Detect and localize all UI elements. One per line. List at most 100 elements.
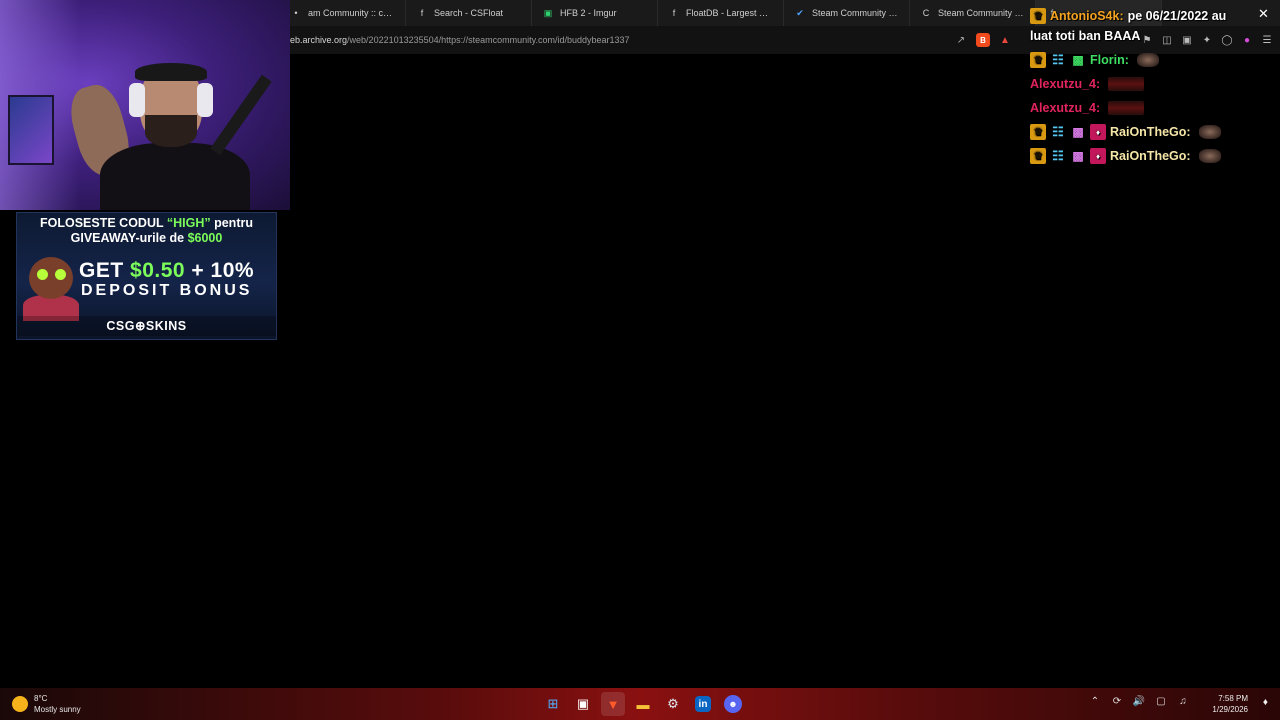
tab-label: Steam Community :: case (812, 8, 899, 18)
emote-icon (1198, 125, 1221, 139)
crown-badge-icon: ♛ (1030, 8, 1046, 24)
sponsor-ad: FOLOSESTE CODUL “HIGH” pentru GIVEAWAY-u… (16, 212, 277, 340)
crown-badge-icon: ♛ (1030, 124, 1046, 140)
tab-label: FloatDB - Largest Databas (686, 8, 773, 18)
streamer-beard (145, 115, 197, 147)
webcam-overlay (0, 0, 290, 210)
notification-bell-icon[interactable]: ♦ (1263, 697, 1268, 708)
chat-username: RaiOnTheGo: (1110, 149, 1191, 163)
steam-check-tab-icon: ✔ (796, 7, 804, 18)
chat-username: Alexutzu_4: (1030, 77, 1101, 91)
volume-icon[interactable]: 🔊 (1132, 696, 1146, 707)
robot-badge-icon: ☷ (1052, 124, 1064, 139)
ad-get-bonus: GET $0.50 + 10% (79, 259, 254, 283)
chat-message: ♛ ☷ ▩ ♦ RaiOnTheGo: (1030, 120, 1280, 144)
tab-label: Steam Community :: Booth (938, 8, 1025, 18)
chat-username: Florin: (1090, 53, 1129, 67)
browser-tab[interactable]: • am Community :: case (280, 0, 406, 26)
tab-label: HFB 2 - Imgur (560, 8, 617, 18)
url-field[interactable]: eb.archive.org/web/20221013235504/https:… (290, 35, 954, 45)
ad-amount: $6000 (187, 231, 223, 245)
clock[interactable]: 7:58 PM 1/29/2026 (1212, 693, 1248, 715)
chat-text: pe 06/21/2022 au (1127, 9, 1227, 23)
linkedin-icon[interactable]: in (695, 696, 711, 712)
file-explorer-icon[interactable]: ▬ (631, 692, 655, 716)
weather-text: 8°C Mostly sunny (34, 693, 81, 715)
url-path: /web/20221013235504/https://steamcommuni… (347, 35, 630, 45)
chat-username: Alexutzu_4: (1030, 101, 1101, 115)
browser-tab[interactable]: ✔ Steam Community :: case (784, 0, 910, 26)
clock-time: 7:58 PM (1218, 694, 1248, 703)
weather-widget[interactable]: 8°C Mostly sunny (12, 693, 81, 715)
ad-mascot (21, 251, 79, 321)
sun-icon (12, 696, 28, 712)
crown-badge-icon: ♛ (1030, 52, 1046, 68)
mascot-eye (37, 269, 48, 280)
chat-message-continued: luat toti ban BAAA (1030, 24, 1280, 48)
chat-username: AntonioS4k: (1050, 9, 1124, 23)
close-icon[interactable]: ✕ (1258, 6, 1269, 22)
steam-tab-icon: • (294, 8, 298, 18)
steam-icon[interactable]: ⚙ (661, 692, 685, 716)
gift-badge-icon: ▩ (1072, 125, 1084, 139)
windows-taskbar: 8°C Mostly sunny ⊞ ▣ ▼ ▬ ⚙ in ☻ ⌃ ⟳ 🔊 ▢ … (0, 688, 1280, 720)
emote-icon (1136, 53, 1159, 67)
ad-promo-code-line: FOLOSESTE CODUL “HIGH” pentru (17, 216, 276, 230)
start-icon[interactable]: ⊞ (541, 692, 565, 716)
brave-rewards-icon[interactable]: ▲ (998, 33, 1012, 47)
weather-temp: 8°C (34, 694, 48, 703)
weather-desc: Mostly sunny (34, 705, 81, 714)
mascot-face (29, 257, 73, 299)
browser-tab[interactable]: f FloatDB - Largest Databas (658, 0, 784, 26)
emote-icon (1108, 101, 1145, 115)
mascot-eye (55, 269, 66, 280)
browser-tab[interactable]: ▣ HFB 2 - Imgur (532, 0, 658, 26)
emote-icon (1198, 149, 1221, 163)
tab-label: Search - CSFloat (434, 8, 504, 18)
clock-date: 1/29/2026 (1212, 705, 1248, 714)
red-badge-icon: ♦ (1090, 124, 1106, 140)
floatdb-tab-icon: f (672, 8, 676, 18)
discord-icon[interactable]: ☻ (724, 695, 742, 713)
chat-message: Alexutzu_4: (1030, 96, 1280, 120)
ad-get-a: GET (79, 259, 131, 282)
chevron-up-icon[interactable]: ⌃ (1088, 696, 1102, 707)
browser-tab[interactable]: f Search - CSFloat (406, 0, 532, 26)
task-view-icon[interactable]: ▣ (571, 692, 595, 716)
chat-message: ♛ ☷ ▩ Florin: (1030, 48, 1280, 72)
webcam-background-monitor (8, 95, 54, 165)
ad-get-amount: $0.50 (130, 259, 186, 282)
sync-icon[interactable]: ⟳ (1110, 696, 1124, 707)
brave-shields-icon[interactable]: B (976, 33, 990, 47)
brave-browser-icon[interactable]: ▼ (601, 692, 625, 716)
browser-tab[interactable]: C Steam Community :: Booth (910, 0, 1036, 26)
system-tray: ⌃ ⟳ 🔊 ▢ ♫ (1088, 696, 1190, 707)
ad-line2-a: GIVEAWAY-urile de (70, 231, 188, 245)
chat-text: luat toti ban BAAA (1030, 29, 1141, 43)
headset-right (197, 83, 213, 117)
speaker-icon[interactable]: ♫ (1176, 696, 1190, 707)
microphone-arm (210, 74, 272, 156)
robot-badge-icon: ☷ (1052, 52, 1064, 67)
streamer (64, 55, 272, 210)
crown-badge-icon: ♛ (1030, 148, 1046, 164)
ad-code: “HIGH” (166, 216, 211, 230)
network-icon[interactable]: ▢ (1154, 696, 1168, 707)
ad-line1-a: FOLOSESTE CODUL (40, 216, 167, 230)
chat-message: ♛ ☷ ▩ ♦ RaiOnTheGo: (1030, 144, 1280, 168)
headset-left (129, 83, 145, 117)
ad-deposit-bonus: DEPOSIT BONUS (81, 282, 253, 299)
url-domain: eb.archive.org (290, 35, 348, 45)
chat-username: RaiOnTheGo: (1110, 125, 1191, 139)
share-icon[interactable]: ↗ (954, 33, 968, 47)
ad-giveaway-line: GIVEAWAY-urile de $6000 (17, 231, 276, 245)
ad-line1-b: pentru (210, 216, 253, 230)
stream-chat: ♛ AntonioS4k: pe 06/21/2022 au luat toti… (1030, 4, 1280, 168)
csfloat-tab-icon: f (420, 8, 424, 18)
taskbar-apps: ⊞ ▣ ▼ ▬ ⚙ in ☻ (541, 692, 745, 716)
streamer-body (100, 143, 250, 210)
streamer-bandana (135, 63, 207, 81)
robot-badge-icon: ☷ (1052, 148, 1064, 163)
screen: • am Community :: case f Search - CSFloat … (0, 0, 1280, 720)
red-badge-icon: ♦ (1090, 148, 1106, 164)
